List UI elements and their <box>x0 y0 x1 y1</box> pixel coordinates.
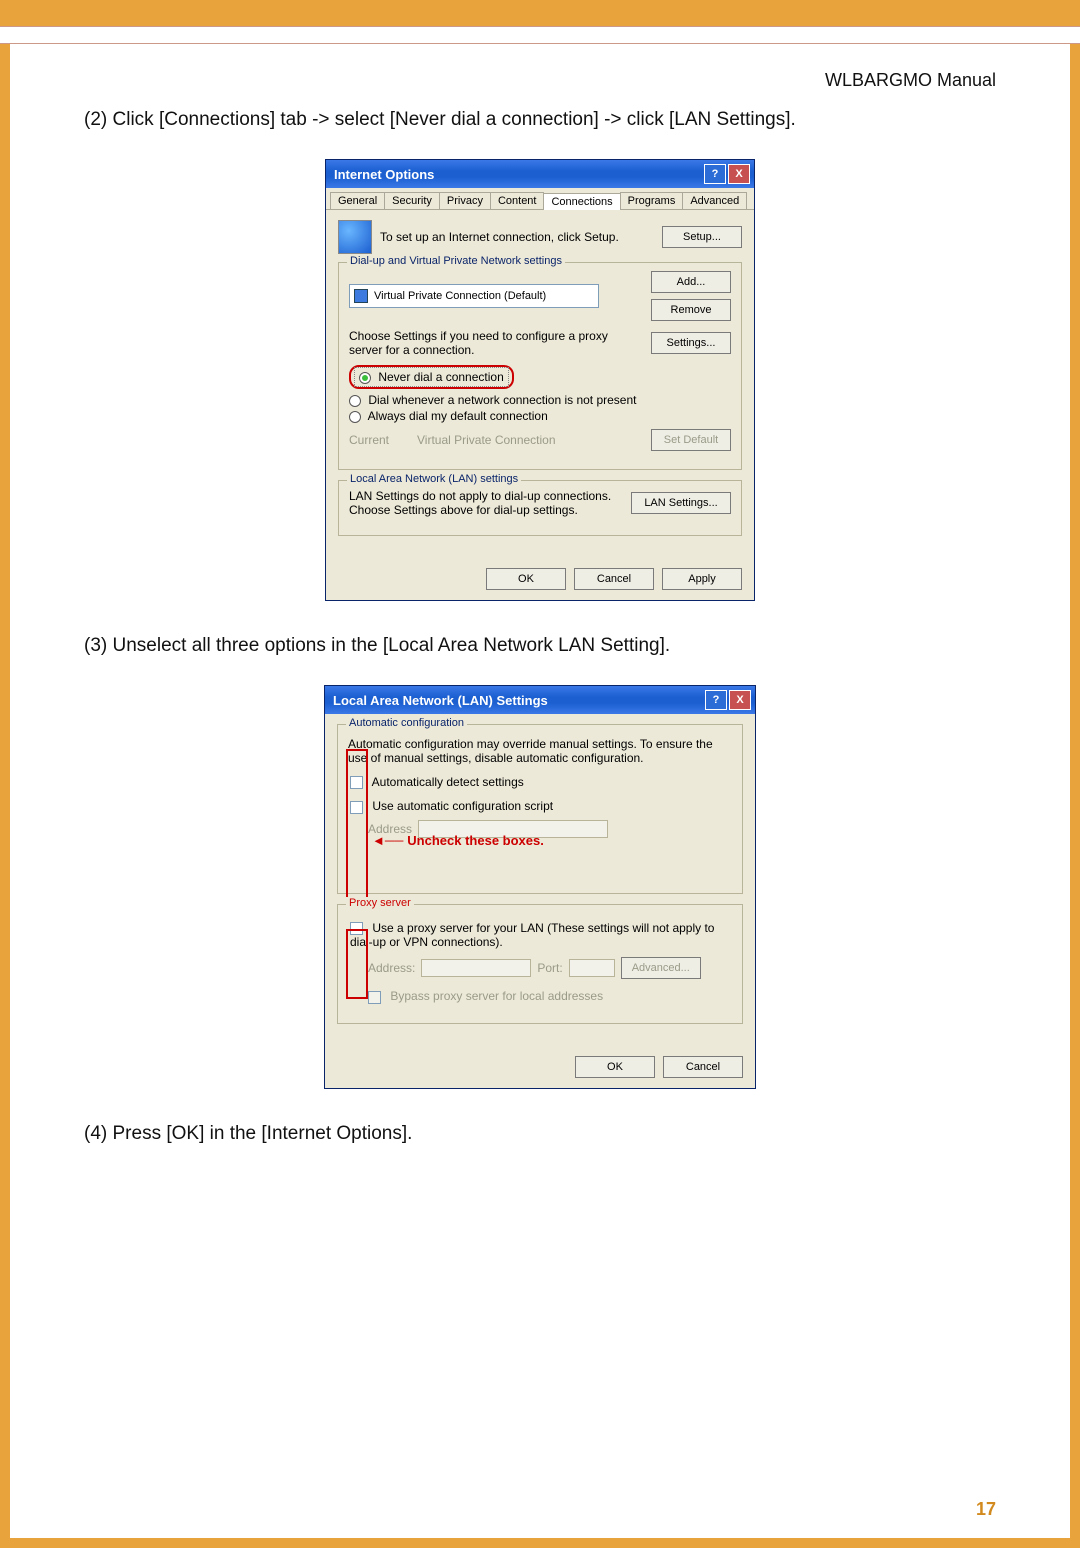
lan-group: Local Area Network (LAN) settings LAN Se… <box>338 480 742 536</box>
auto-config-legend: Automatic configuration <box>346 717 467 729</box>
annotation-text: Uncheck these boxes. <box>407 833 544 848</box>
ok-button[interactable]: OK <box>575 1056 655 1078</box>
globe-icon <box>338 220 372 254</box>
port-label: Port: <box>537 961 562 975</box>
close-button[interactable]: X <box>728 164 750 184</box>
annotation-red-box <box>346 749 368 899</box>
dialog1-titlebar: Internet Options ? X <box>326 160 754 188</box>
step-3-text: (3) Unselect all three options in the [L… <box>84 635 996 657</box>
checkbox-bypass <box>368 991 381 1004</box>
dialup-group: Dial-up and Virtual Private Network sett… <box>338 262 742 470</box>
radio-whenever[interactable] <box>349 395 361 407</box>
radio-always[interactable] <box>349 411 361 423</box>
tab-privacy[interactable]: Privacy <box>439 192 491 209</box>
proxy-group: Proxy server Use a proxy server for your… <box>337 904 743 1024</box>
dialog2-container: Local Area Network (LAN) Settings ? X Au… <box>84 685 996 1089</box>
auto-config-text: Automatic configuration may override man… <box>348 737 732 765</box>
dialog1-button-row: OK Cancel Apply <box>326 558 754 600</box>
tab-programs[interactable]: Programs <box>620 192 684 209</box>
set-default-button: Set Default <box>651 429 731 451</box>
add-button[interactable]: Add... <box>651 271 731 293</box>
lan-legend: Local Area Network (LAN) settings <box>347 473 521 485</box>
cancel-button[interactable]: Cancel <box>663 1056 743 1078</box>
radio-never-label: Never dial a connection <box>378 370 503 384</box>
dialog1-titlebar-buttons: ? X <box>704 164 750 184</box>
lan-text: LAN Settings do not apply to dial-up con… <box>349 489 623 517</box>
checkbox-bypass-label: Bypass proxy server for local addresses <box>390 989 603 1003</box>
step-4-text: (4) Press [OK] in the [Internet Options]… <box>84 1123 996 1145</box>
advanced-button: Advanced... <box>621 957 701 979</box>
tab-advanced[interactable]: Advanced <box>682 192 747 209</box>
internet-options-dialog: Internet Options ? X General Security Pr… <box>325 159 755 601</box>
arrow-left-icon: ◄── <box>372 833 403 848</box>
ok-button[interactable]: OK <box>486 568 566 590</box>
dialog2-titlebar: Local Area Network (LAN) Settings ? X <box>325 686 755 714</box>
setup-text: To set up an Internet connection, click … <box>380 230 654 244</box>
network-icon <box>354 289 368 303</box>
current-label: Current <box>349 433 409 447</box>
current-value: Virtual Private Connection <box>417 433 643 447</box>
help-button[interactable]: ? <box>704 164 726 184</box>
page-number: 17 <box>976 1499 996 1520</box>
connection-listbox[interactable]: Virtual Private Connection (Default) <box>349 284 599 308</box>
document-page: WLBARGMO Manual (2) Click [Connections] … <box>10 44 1070 1538</box>
dialog1-container: Internet Options ? X General Security Pr… <box>84 159 996 601</box>
page-nav-strip <box>0 26 1080 44</box>
auto-config-group: Automatic configuration Automatic config… <box>337 724 743 894</box>
doc-header-title: WLBARGMO Manual <box>84 70 996 91</box>
dialog2-titlebar-buttons: ? X <box>705 690 751 710</box>
page-top-band <box>0 0 1080 26</box>
list-item: Virtual Private Connection (Default) <box>374 290 546 302</box>
lan-settings-button[interactable]: LAN Settings... <box>631 492 731 514</box>
tab-general[interactable]: General <box>330 192 385 209</box>
radio-never[interactable] <box>359 372 371 384</box>
annotation-arrow: ◄── Uncheck these boxes. <box>372 833 544 848</box>
proxy-legend: Proxy server <box>346 897 414 909</box>
checkbox-detect-label: Automatically detect settings <box>372 775 524 789</box>
dialup-legend: Dial-up and Virtual Private Network sett… <box>347 255 565 267</box>
dialog2-button-row: OK Cancel <box>325 1046 755 1088</box>
dialog1-tabrow: General Security Privacy Content Connect… <box>326 188 754 210</box>
proxy-address-label: Address: <box>368 961 415 975</box>
help-button[interactable]: ? <box>705 690 727 710</box>
dialog1-title: Internet Options <box>334 167 434 182</box>
port-input <box>569 959 615 977</box>
proxy-address-input <box>421 959 531 977</box>
step-2-text: (2) Click [Connections] tab -> select [N… <box>84 109 996 131</box>
tab-connections[interactable]: Connections <box>543 193 620 210</box>
choose-text: Choose Settings if you need to configure… <box>349 329 643 357</box>
dialog2-title: Local Area Network (LAN) Settings <box>333 693 548 708</box>
dialog2-panel: Automatic configuration Automatic config… <box>325 714 755 1046</box>
apply-button[interactable]: Apply <box>662 568 742 590</box>
close-button[interactable]: X <box>729 690 751 710</box>
annotation-highlight-oval: Never dial a connection <box>349 365 514 389</box>
checkbox-proxy-label: Use a proxy server for your LAN (These s… <box>350 921 714 949</box>
radio-whenever-label: Dial whenever a network connection is no… <box>368 393 636 407</box>
remove-button[interactable]: Remove <box>651 299 731 321</box>
dialog1-panel: To set up an Internet connection, click … <box>326 210 754 558</box>
setup-button[interactable]: Setup... <box>662 226 742 248</box>
cancel-button[interactable]: Cancel <box>574 568 654 590</box>
annotation-red-box-2 <box>346 929 368 999</box>
settings-button[interactable]: Settings... <box>651 332 731 354</box>
radio-always-label: Always dial my default connection <box>368 409 548 423</box>
lan-settings-dialog: Local Area Network (LAN) Settings ? X Au… <box>324 685 756 1089</box>
tab-content[interactable]: Content <box>490 192 545 209</box>
tab-security[interactable]: Security <box>384 192 440 209</box>
checkbox-script-label: Use automatic configuration script <box>372 799 553 813</box>
